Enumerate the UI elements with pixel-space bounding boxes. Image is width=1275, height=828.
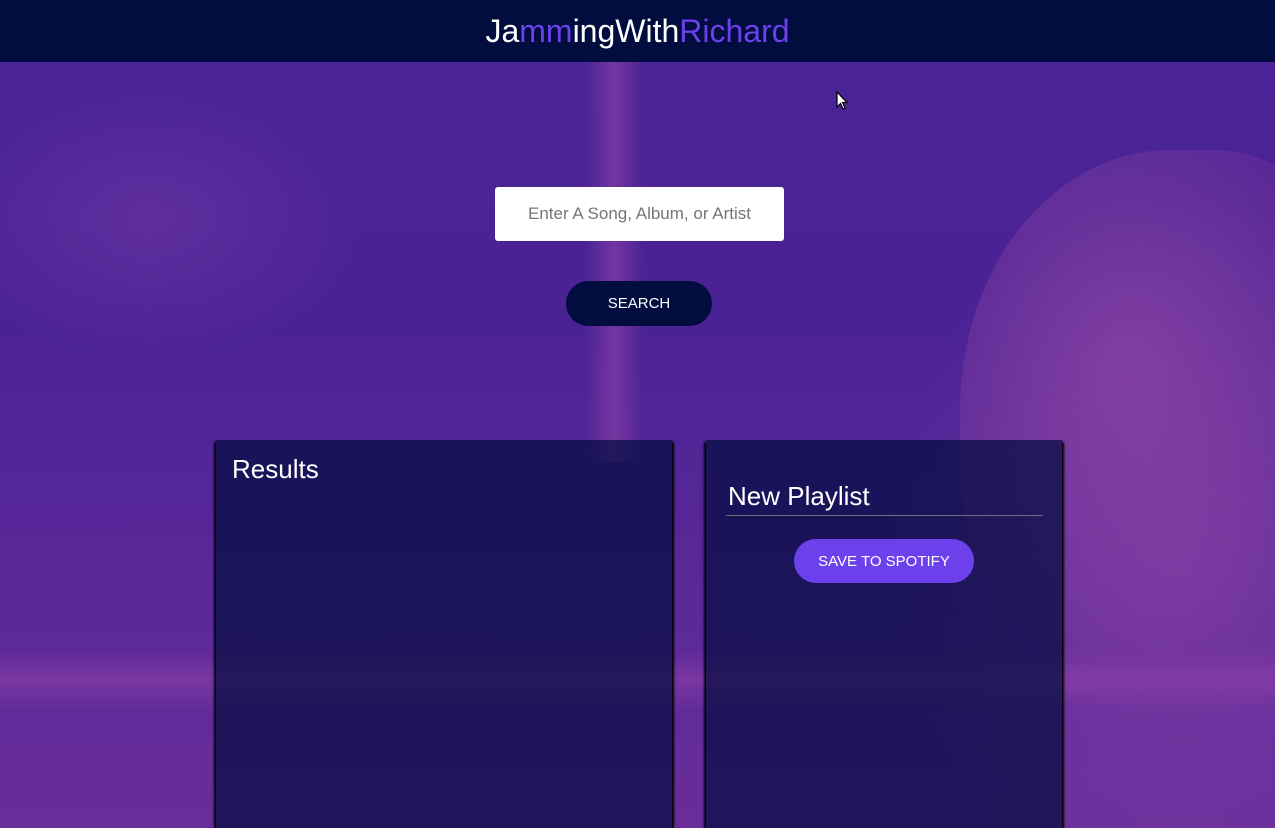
results-title: Results <box>232 454 319 484</box>
app-header: JammingWithRichard <box>0 0 1275 62</box>
results-panel: Results <box>216 440 672 828</box>
logo-part-richard: Richard <box>679 12 790 49</box>
save-to-spotify-button[interactable]: SAVE TO SPOTIFY <box>794 539 974 583</box>
logo-part-ja: Ja <box>485 12 520 49</box>
app-page: JammingWithRichard SEARCH Results SAVE T… <box>0 0 1275 828</box>
logo-part-ingwith: ingWith <box>572 12 680 49</box>
app-logo: JammingWithRichard <box>485 13 789 50</box>
search-input[interactable] <box>495 187 784 241</box>
background-stripe-vertical <box>585 62 643 462</box>
playlist-name-input[interactable] <box>726 478 1043 516</box>
playlist-panel: SAVE TO SPOTIFY <box>706 440 1062 828</box>
logo-part-mm: mm <box>519 12 573 49</box>
search-button[interactable]: SEARCH <box>566 281 712 326</box>
